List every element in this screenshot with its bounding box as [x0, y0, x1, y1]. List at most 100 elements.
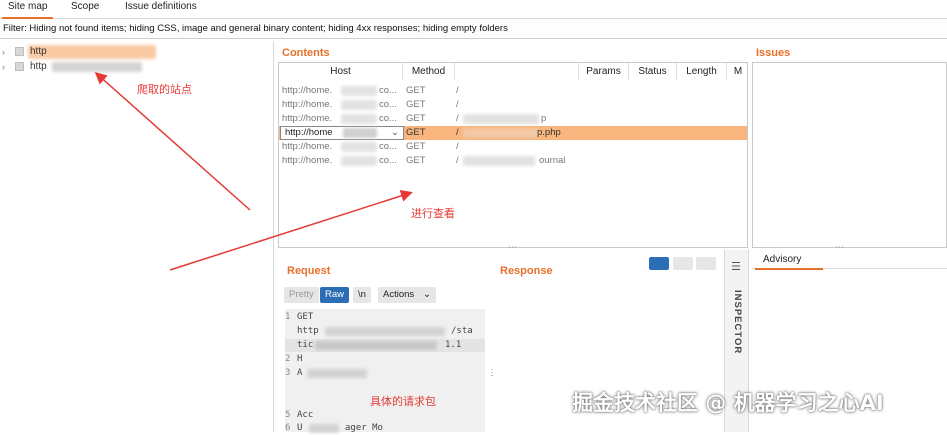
- redacted: [341, 142, 377, 152]
- cell-host-tail: co...: [379, 113, 397, 124]
- checkbox[interactable]: [15, 62, 24, 71]
- redacted: [341, 86, 377, 96]
- chevron-right-icon[interactable]: ›: [2, 60, 12, 74]
- contents-table: Host Method Params Status Length M http:…: [278, 62, 748, 248]
- redacted: [463, 128, 539, 138]
- cell-host-tail: co...: [379, 99, 397, 110]
- chevron-down-icon: ⌄: [423, 289, 431, 300]
- host-select[interactable]: http://home ⌄: [280, 126, 404, 140]
- annotation-crawled-sites: 爬取的站点: [137, 84, 192, 96]
- splitter-handle[interactable]: ⋯: [508, 242, 518, 253]
- response-title: Response: [500, 265, 553, 277]
- cell-path-tail: ournal: [539, 155, 566, 166]
- redacted: [341, 156, 377, 166]
- column-params[interactable]: Params: [579, 63, 629, 80]
- table-row[interactable]: http://home. co... GET /: [279, 98, 747, 112]
- code-line: 5 Acc: [285, 410, 314, 420]
- code-line: 3A: [285, 367, 367, 380]
- chevron-right-icon[interactable]: ›: [2, 45, 12, 59]
- redacted: [343, 128, 377, 138]
- filter-bar[interactable]: Filter: Hiding not found items; hiding C…: [0, 19, 947, 39]
- top-tab-bar: Site map Scope Issue definitions: [0, 0, 947, 19]
- watermark: 掘金技术社区 @ 机器学习之心AI: [572, 391, 884, 415]
- tree-item[interactable]: › http: [2, 60, 152, 74]
- request-title: Request: [287, 265, 331, 277]
- cell-method: GET: [406, 155, 426, 166]
- table-row-selected[interactable]: http://home ⌄ GET / p.php: [279, 126, 747, 140]
- cell-method: GET: [406, 141, 426, 152]
- cell-host: http://home.: [282, 99, 333, 110]
- cell-host: http://home.: [282, 155, 333, 166]
- cell-path: /: [456, 141, 459, 152]
- actions-label: Actions: [383, 289, 415, 300]
- redacted-host: [28, 45, 156, 59]
- horizontal-view-toggle[interactable]: [673, 257, 693, 270]
- cell-host-tail: co...: [379, 141, 397, 152]
- redacted: [341, 100, 377, 110]
- tree-item-label: http: [30, 46, 47, 57]
- redacted-host: [52, 62, 142, 72]
- menu-icon[interactable]: ☰: [731, 260, 741, 273]
- cell-path: /: [456, 155, 459, 166]
- tab-site-map[interactable]: Site map: [2, 0, 54, 19]
- cell-host: http://home.: [282, 85, 333, 96]
- newline-toggle-button[interactable]: \n: [353, 287, 371, 303]
- issues-panel: [752, 62, 947, 248]
- checkbox[interactable]: [15, 47, 24, 56]
- cell-method: GET: [406, 113, 426, 124]
- tree-item[interactable]: › http: [2, 45, 156, 59]
- single-view-toggle[interactable]: [696, 257, 716, 270]
- request-editor[interactable]: 1 GET http/sta tic 1.1 2H 3A 5 Acc 6 Uager M…: [285, 309, 485, 433]
- code-line: 6 Uager Mo: [285, 423, 383, 433]
- cell-path-tail: p.php: [537, 127, 561, 138]
- code-line: tic 1.1: [285, 339, 485, 352]
- redacted: [463, 156, 535, 166]
- cell-method: GET: [406, 85, 426, 96]
- table-row[interactable]: http://home. co... GET /: [279, 140, 747, 154]
- redacted: [341, 114, 377, 124]
- cell-path: /: [456, 85, 459, 96]
- annotation-request-packet: 具体的请求包: [370, 396, 436, 408]
- cell-host-tail: co...: [379, 155, 397, 166]
- raw-button[interactable]: Raw: [320, 287, 350, 303]
- column-status[interactable]: Status: [629, 63, 677, 80]
- column-url[interactable]: [455, 63, 579, 80]
- table-row[interactable]: http://home. co... GET / ournal: [279, 154, 747, 168]
- tab-issue-definitions[interactable]: Issue definitions: [119, 0, 203, 17]
- cell-path-tail: p: [541, 113, 547, 124]
- issues-title: Issues: [756, 47, 791, 59]
- redacted: [463, 114, 539, 124]
- column-method[interactable]: Method: [403, 63, 455, 80]
- annotation-view: 进行查看: [411, 208, 455, 220]
- tree-item-label: http: [30, 61, 47, 72]
- cell-path: /: [456, 113, 459, 124]
- site-map-tree: › http › http: [0, 41, 274, 432]
- cell-path: /: [456, 99, 459, 110]
- cell-path: /: [456, 127, 459, 138]
- code-line: http/sta: [297, 326, 473, 336]
- cell-host: http://home: [285, 127, 333, 138]
- inspector-label: INSPECTOR: [732, 290, 743, 355]
- column-host[interactable]: Host: [279, 63, 403, 80]
- splitter-handle[interactable]: ⋯: [487, 368, 497, 378]
- code-line: 2H: [285, 354, 303, 364]
- actions-dropdown[interactable]: Actions ⌄: [378, 287, 436, 303]
- cell-host: http://home.: [282, 113, 333, 124]
- code-line: 1 GET: [285, 312, 314, 322]
- contents-title: Contents: [282, 47, 330, 59]
- column-length[interactable]: Length: [677, 63, 727, 80]
- split-view-toggle[interactable]: [649, 257, 669, 270]
- pretty-button[interactable]: Pretty: [284, 287, 319, 303]
- table-row[interactable]: http://home. co... GET /: [279, 84, 747, 98]
- tab-advisory[interactable]: Advisory: [755, 254, 823, 270]
- cell-method: GET: [406, 127, 426, 138]
- cell-host-tail: co...: [379, 85, 397, 96]
- table-row[interactable]: http://home. co... GET / p: [279, 112, 747, 126]
- column-mime[interactable]: M: [727, 63, 747, 80]
- chevron-down-icon[interactable]: ⌄: [391, 127, 399, 139]
- cell-host: http://home.: [282, 141, 333, 152]
- tab-scope[interactable]: Scope: [65, 0, 105, 17]
- cell-method: GET: [406, 99, 426, 110]
